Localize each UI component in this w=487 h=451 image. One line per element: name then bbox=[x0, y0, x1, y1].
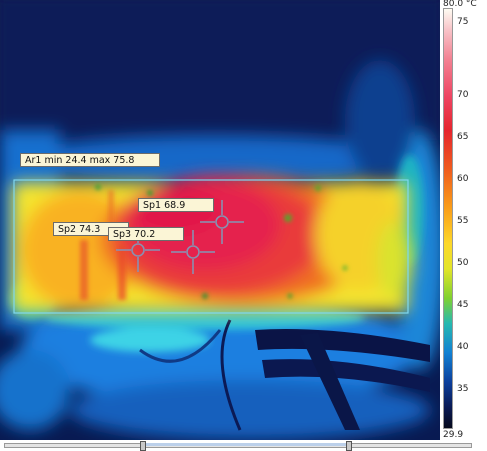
range-slider[interactable] bbox=[0, 440, 487, 451]
scale-tick: 45 bbox=[457, 300, 469, 310]
area-label-ar1: Ar1 min 24.4 max 75.8 bbox=[20, 153, 160, 167]
temperature-scale: 80.0 °C 75 70 65 60 55 50 45 40 35 29.9 bbox=[440, 0, 487, 440]
slider-range-fill bbox=[142, 443, 350, 446]
scale-max-label: 80.0 °C bbox=[443, 0, 477, 9]
color-scale-bar bbox=[443, 8, 453, 429]
scale-min-label: 29.9 bbox=[443, 430, 464, 440]
heat-gradient bbox=[12, 175, 413, 312]
spot-label-sp1: Sp1 68.9 bbox=[138, 198, 214, 212]
scale-tick: 65 bbox=[457, 132, 469, 142]
scale-tick: 75 bbox=[457, 17, 469, 27]
scale-tick: 70 bbox=[457, 90, 469, 100]
scale-tick: 60 bbox=[457, 174, 469, 184]
spot-label-sp3: Sp3 70.2 bbox=[108, 227, 184, 241]
thermal-image[interactable]: Ar1 min 24.4 max 75.8 Sp1 68.9 Sp2 74.3 … bbox=[0, 0, 440, 440]
scale-tick: 35 bbox=[457, 384, 469, 394]
thermal-scene bbox=[0, 0, 440, 440]
scale-tick: 55 bbox=[457, 216, 469, 226]
scale-tick: 40 bbox=[457, 342, 469, 352]
scale-tick: 50 bbox=[457, 258, 469, 268]
